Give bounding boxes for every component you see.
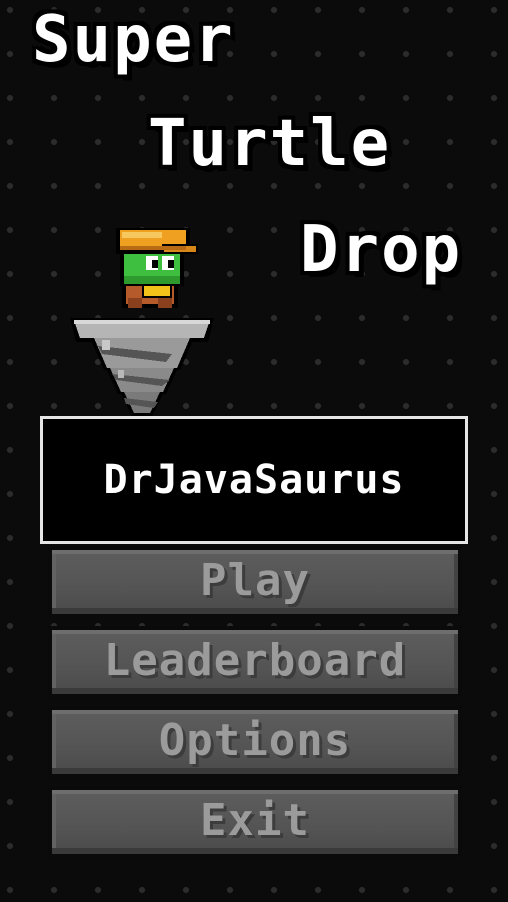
options-button-label: Options — [158, 714, 352, 766]
options-button[interactable]: Options — [48, 706, 462, 778]
title-word-super: Super — [32, 3, 235, 77]
exit-button[interactable]: Exit — [48, 786, 462, 858]
play-button[interactable]: Play — [48, 546, 462, 618]
drill-icon — [70, 318, 214, 428]
player-name: DrJavaSaurus — [103, 457, 405, 503]
leaderboard-button-label: Leaderboard — [103, 634, 407, 686]
title-word-turtle: Turtle — [148, 107, 392, 181]
exit-button-label: Exit — [200, 794, 310, 846]
leaderboard-button[interactable]: Leaderboard — [48, 626, 462, 698]
turtle-icon — [116, 228, 198, 308]
play-button-label: Play — [200, 554, 310, 606]
turtle-on-drill-icon — [70, 228, 214, 428]
player-name-box: DrJavaSaurus — [40, 416, 468, 544]
title-word-drop: Drop — [300, 213, 463, 287]
